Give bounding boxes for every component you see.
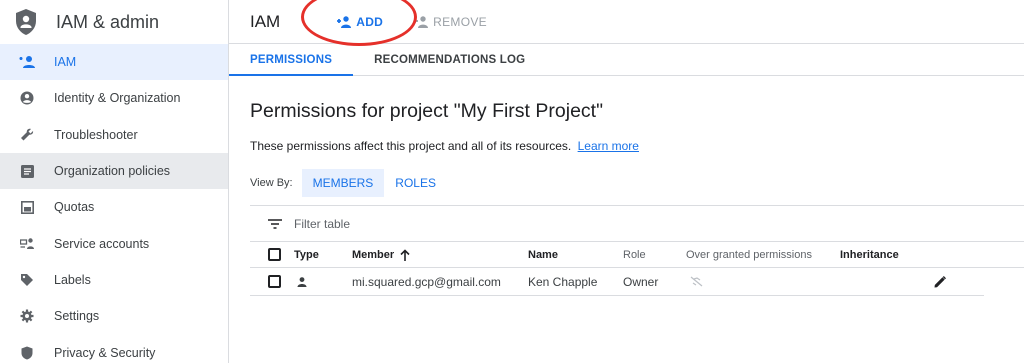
column-over-granted-permissions: Over granted permissions <box>686 248 812 261</box>
sidebar-item-label: Organization policies <box>54 164 171 179</box>
table-row: mi.squared.gcp@gmail.com Ken Chapple Own… <box>250 268 984 296</box>
sidebar-item-privacy-security[interactable]: Privacy & Security <box>0 334 228 363</box>
add-person-icon <box>337 15 352 28</box>
sidebar-item-label: Identity & Organization <box>54 91 181 106</box>
sidebar-item-service-accounts[interactable]: Service accounts <box>0 225 228 261</box>
remove-person-icon <box>414 15 429 28</box>
permissions-heading: Permissions for project "My First Projec… <box>250 100 603 122</box>
sidebar-item-labels[interactable]: Labels <box>0 262 228 298</box>
sidebar-header: IAM & admin <box>0 0 228 44</box>
sort-ascending-icon <box>400 248 410 261</box>
sidebar-item-label: Settings <box>54 309 100 324</box>
filter-bar[interactable]: Filter table <box>250 205 1024 241</box>
sidebar-item-quotas[interactable]: Quotas <box>0 189 228 225</box>
sidebar-title: IAM & admin <box>56 11 160 32</box>
sidebar-item-identity-organization[interactable]: Identity & Organization <box>0 80 228 116</box>
column-role: Role <box>623 248 646 261</box>
page-header: IAM ADD REMOVE <box>229 0 1024 44</box>
sidebar-item-label: Quotas <box>54 200 95 215</box>
table-header: Type Member Name Role Over granted permi… <box>250 241 1024 268</box>
sidebar-item-settings[interactable]: Settings <box>0 298 228 334</box>
add-button-label: ADD <box>356 14 384 29</box>
label-icon <box>18 271 36 289</box>
column-name: Name <box>528 248 558 261</box>
member-email: mi.squared.gcp@gmail.com <box>352 274 501 289</box>
view-by-roles-button[interactable]: ROLES <box>384 169 447 197</box>
add-button[interactable]: ADD <box>336 15 383 29</box>
quota-icon <box>18 198 36 216</box>
sidebar-item-label: IAM <box>54 55 77 70</box>
gear-icon <box>18 307 36 325</box>
member-name: Ken Chapple <box>528 274 598 289</box>
column-type: Type <box>294 248 319 261</box>
add-person-icon <box>18 53 36 71</box>
account-circle-icon <box>18 89 36 107</box>
tab-bar: PERMISSIONS RECOMMENDATIONS LOG <box>229 44 1024 76</box>
view-by-toggle: View By: MEMBERS ROLES <box>250 169 1024 197</box>
wrench-icon <box>18 126 36 144</box>
remove-button[interactable]: REMOVE <box>413 15 487 29</box>
main-content: Permissions for project "My First Projec… <box>250 76 1024 197</box>
view-by-label: View By: <box>250 177 293 189</box>
no-excess-permissions-icon <box>690 276 703 287</box>
sidebar-item-label: Labels <box>54 272 91 287</box>
sidebar-item-label: Troubleshooter <box>54 127 138 142</box>
edit-pencil-icon[interactable] <box>934 275 946 288</box>
row-checkbox[interactable] <box>268 275 281 288</box>
tab-recommendations-log[interactable]: RECOMMENDATIONS LOG <box>374 44 525 76</box>
sidebar-item-troubleshooter[interactable]: Troubleshooter <box>0 117 228 153</box>
column-member-label: Member <box>352 248 395 261</box>
tab-permissions[interactable]: PERMISSIONS <box>229 44 354 76</box>
sidebar-item-label: Privacy & Security <box>54 345 156 360</box>
list-doc-icon <box>18 162 36 180</box>
permissions-description: These permissions affect this project an… <box>250 139 1024 153</box>
select-all-checkbox[interactable] <box>268 248 281 261</box>
filter-icon <box>268 218 282 229</box>
column-member[interactable]: Member <box>352 242 410 267</box>
learn-more-link[interactable]: Learn more <box>578 139 639 153</box>
filter-input[interactable]: Filter table <box>294 217 350 231</box>
page-title: IAM <box>250 11 281 31</box>
remove-button-label: REMOVE <box>433 14 487 29</box>
sidebar-item-organization-policies[interactable]: Organization policies <box>0 152 228 190</box>
description-text: These permissions affect this project an… <box>250 139 572 153</box>
member-role: Owner <box>623 274 659 289</box>
view-by-members-button[interactable]: MEMBERS <box>301 169 385 197</box>
sidebar-item-iam[interactable]: IAM <box>0 44 228 81</box>
shield-icon <box>18 344 36 362</box>
sidebar-item-label: Service accounts <box>54 236 150 251</box>
column-inheritance: Inheritance <box>840 248 899 261</box>
iam-shield-logo-icon <box>16 9 36 35</box>
service-account-icon <box>18 235 36 253</box>
person-icon <box>297 276 307 287</box>
sidebar: IAM & admin IAM Identity & Organization … <box>0 0 229 363</box>
